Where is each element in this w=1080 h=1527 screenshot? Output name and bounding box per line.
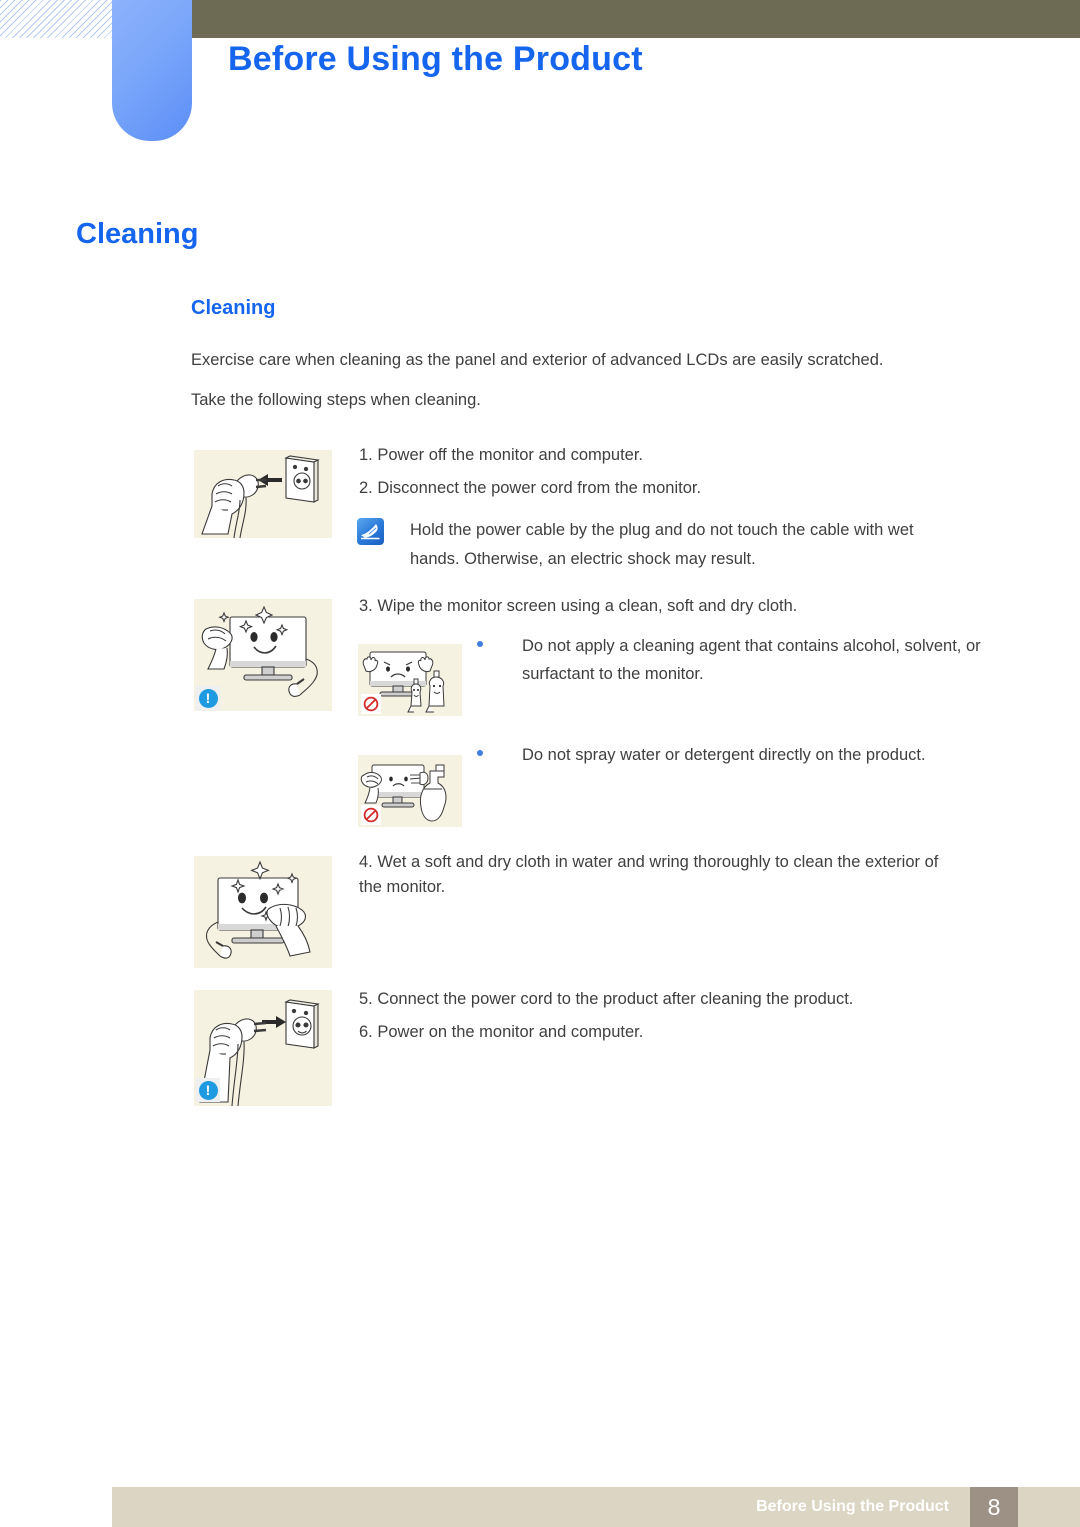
note-pen-icon: [357, 518, 384, 545]
prohibition-icon: [363, 696, 379, 712]
step-6-text: 6. Power on the monitor and computer.: [359, 1023, 644, 1041]
bullet-no-spray-text: Do not spray water or detergent directly…: [522, 746, 926, 764]
step-5-text: 5. Connect the power cord to the product…: [359, 990, 854, 1008]
hand-unplugging-power-cord-illustration: [194, 450, 332, 538]
page-header: Before Using the Product: [0, 0, 1080, 150]
prohibition-badge: [361, 805, 381, 825]
sub-section-title: Cleaning: [191, 297, 276, 319]
hatch-decoration: [0, 0, 112, 38]
note-text: Hold the power cable by the plug and do …: [410, 521, 914, 568]
page-number: 8: [987, 1493, 1001, 1520]
prohibition-badge: [361, 694, 381, 714]
blue-tab-decoration: [112, 0, 192, 141]
intro-paragraph-1: Exercise care when cleaning as the panel…: [191, 351, 884, 369]
prohibition-icon: [363, 807, 379, 823]
bullet-dot-icon: [477, 750, 483, 756]
bullet-no-cleaning-agent-text: Do not apply a cleaning agent that conta…: [522, 637, 981, 683]
section-title: Cleaning: [76, 218, 199, 250]
step-2-text: 2. Disconnect the power cord from the mo…: [359, 479, 702, 497]
olive-header-bar: [192, 0, 1080, 38]
step-3-text: 3. Wipe the monitor screen using a clean…: [359, 597, 798, 615]
warning-badge: !: [196, 1078, 220, 1102]
chapter-title: Before Using the Product: [228, 40, 643, 78]
warning-badge-symbol: !: [198, 1080, 218, 1100]
intro-paragraph-2: Take the following steps when cleaning.: [191, 391, 481, 409]
warning-badge-symbol: !: [198, 688, 218, 708]
footer-chapter-label: Before Using the Product: [756, 1498, 949, 1515]
step-4-text: 4. Wet a soft and dry cloth in water and…: [359, 853, 943, 896]
step-1-text: 1. Power off the monitor and computer.: [359, 446, 644, 464]
hand-wiping-monitor-exterior-illustration: [194, 856, 332, 968]
bullet-dot-icon: [477, 641, 483, 647]
footer-page-box: 8: [970, 1487, 1018, 1527]
warning-badge: !: [196, 686, 220, 710]
